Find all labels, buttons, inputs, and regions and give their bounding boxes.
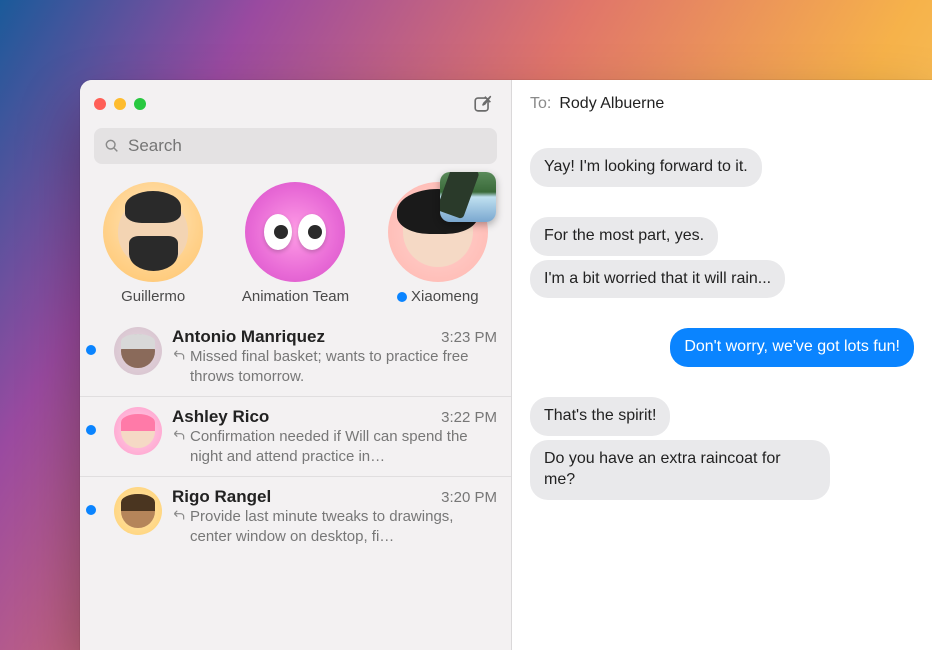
pin-label: Animation Team: [230, 288, 360, 305]
message-group: That's the spirit! Do you have an extra …: [530, 397, 914, 499]
conversation-list: Antonio Manriquez 3:23 PM Missed final b…: [80, 317, 511, 650]
conversation-row[interactable]: Ashley Rico 3:22 PM Confirmation needed …: [80, 396, 511, 476]
message-group: For the most part, yes. I'm a bit worrie…: [530, 217, 914, 299]
conversation-pane: To: Rody Albuerne Yay! I'm looking forwa…: [512, 80, 932, 650]
avatar: [103, 182, 203, 282]
sidebar: Guillermo Animation Team: [80, 80, 512, 650]
pin-label: Xiaomeng: [373, 288, 503, 305]
unread-dot-icon: [86, 425, 96, 435]
conversation-name: Ashley Rico: [172, 407, 269, 427]
compose-icon: [472, 93, 494, 115]
search-input[interactable]: [128, 136, 487, 156]
conversation-time: 3:20 PM: [441, 489, 497, 506]
conversation-row[interactable]: Rigo Rangel 3:20 PM Provide last minute …: [80, 476, 511, 556]
search-field[interactable]: [94, 128, 497, 164]
titlebar: [80, 80, 511, 128]
pinned-conversations: Guillermo Animation Team: [80, 178, 511, 317]
conversation-time: 3:22 PM: [441, 409, 497, 426]
message-bubble[interactable]: Don't worry, we've got lots fun!: [670, 328, 914, 367]
pinned-xiaomeng[interactable]: Xiaomeng: [373, 182, 503, 305]
reply-arrow-icon: [172, 507, 186, 546]
desktop-wallpaper: Guillermo Animation Team: [0, 0, 932, 650]
minimize-icon[interactable]: [114, 98, 126, 110]
message-group: Yay! I'm looking forward to it.: [530, 148, 914, 187]
attachment-thumbnail: [440, 172, 496, 222]
search-icon: [104, 138, 120, 154]
unread-dot-icon: [397, 292, 407, 302]
messages-window: Guillermo Animation Team: [80, 80, 932, 650]
message-bubble[interactable]: For the most part, yes.: [530, 217, 718, 256]
unread-dot-icon: [86, 505, 96, 515]
message-bubble[interactable]: Yay! I'm looking forward to it.: [530, 148, 762, 187]
unread-dot-icon: [86, 345, 96, 355]
avatar: [114, 327, 162, 375]
close-icon[interactable]: [94, 98, 106, 110]
reply-arrow-icon: [172, 347, 186, 386]
avatar: [245, 182, 345, 282]
conversation-name: Rigo Rangel: [172, 487, 271, 507]
avatar: [114, 487, 162, 535]
window-controls: [94, 98, 146, 110]
zoom-icon[interactable]: [134, 98, 146, 110]
conversation-name: Antonio Manriquez: [172, 327, 325, 347]
message-bubble[interactable]: I'm a bit worried that it will rain...: [530, 260, 785, 299]
message-thread: Yay! I'm looking forward to it. For the …: [512, 128, 932, 650]
conversation-preview: Provide last minute tweaks to drawings, …: [190, 507, 497, 546]
conversation-time: 3:23 PM: [441, 329, 497, 346]
conversation-preview: Confirmation needed if Will can spend th…: [190, 427, 497, 466]
to-value[interactable]: Rody Albuerne: [559, 95, 664, 113]
to-label: To:: [530, 95, 551, 113]
message-group: Don't worry, we've got lots fun!: [530, 328, 914, 367]
reply-arrow-icon: [172, 427, 186, 466]
message-bubble[interactable]: Do you have an extra raincoat for me?: [530, 440, 830, 500]
compose-button[interactable]: [469, 90, 497, 118]
message-bubble[interactable]: That's the spirit!: [530, 397, 670, 436]
pinned-animation-team[interactable]: Animation Team: [230, 182, 360, 305]
pinned-guillermo[interactable]: Guillermo: [88, 182, 218, 305]
to-header: To: Rody Albuerne: [512, 80, 932, 128]
pin-label: Guillermo: [88, 288, 218, 305]
conversation-row[interactable]: Antonio Manriquez 3:23 PM Missed final b…: [80, 317, 511, 396]
avatar: [114, 407, 162, 455]
conversation-preview: Missed final basket; wants to practice f…: [190, 347, 497, 386]
